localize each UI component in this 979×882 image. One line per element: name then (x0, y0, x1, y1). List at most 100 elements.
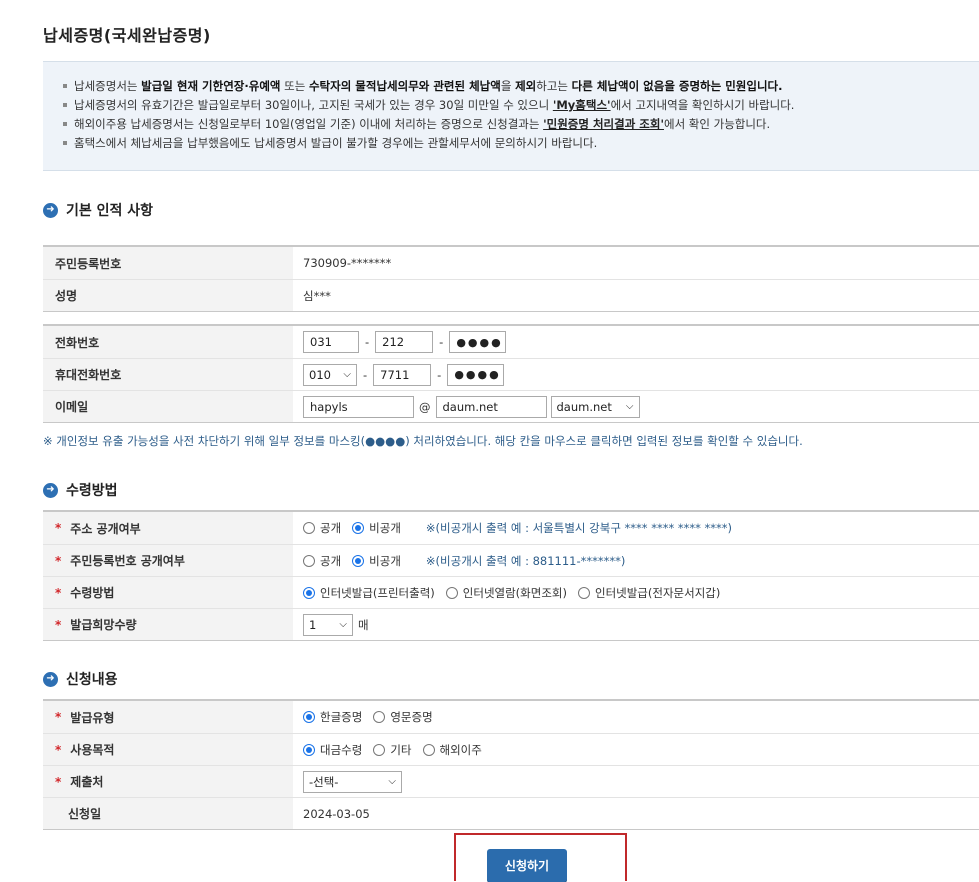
arrow-right-icon: ➜ (43, 202, 58, 218)
type-korean-radio[interactable]: 한글증명 (303, 709, 362, 725)
radio-checked-icon (352, 522, 365, 534)
phone-label: 전화번호 (43, 326, 293, 358)
quantity-select[interactable]: 1 ⌵ (303, 613, 353, 636)
basic-info-table: 주민등록번호 730909-******* 성명 심*** (43, 245, 979, 312)
name-value: 심*** (303, 288, 331, 303)
issue-type-row: * 발급유형 한글증명 영문증명 (43, 701, 979, 733)
notice-box: 납세증명서는 발급일 현재 기한연장·유예액 또는 수탁자의 물적납세의무와 관… (43, 61, 979, 171)
radio-checked-icon (352, 554, 365, 567)
arrow-right-icon: ➜ (43, 482, 58, 498)
email-id-field[interactable]: hapyls (303, 395, 414, 418)
quantity-label: 발급희망수량 (70, 618, 137, 632)
submit-to-label: 제출처 (70, 775, 104, 789)
purpose-row: * 사용목적 대금수령 기타 해외이주 (43, 733, 979, 765)
notice-line-4: 홈택스에서 체납세금을 납부했음에도 납세증명서 발급이 불가할 경우에는 관할… (63, 134, 979, 153)
required-mark: * (55, 617, 62, 632)
submit-highlight-box: 신청하기 (454, 833, 627, 882)
notice-line-2: 납세증명서의 유효기간은 발급일로부터 30일이나, 고지된 국세가 있는 경우… (63, 96, 979, 115)
address-public-row: * 주소 공개여부 공개 비공개 ※(비공개시 출력 예 : 서울특별시 강북구 … (43, 512, 979, 544)
mobile-field-3[interactable]: ●●●● (447, 363, 505, 386)
section-title-apply: ➜ 신청내용 (43, 669, 118, 689)
arrow-right-icon: ➜ (43, 671, 58, 687)
cert-result-link[interactable]: '민원증명 처리결과 조회' (543, 117, 664, 131)
submit-to-select[interactable]: -선택- ⌵ (303, 770, 402, 793)
rrn-public-row: * 주민등록번호 공개여부 공개 비공개 ※(비공개시 출력 예 : 881111… (43, 544, 979, 576)
radio-checked-icon (303, 711, 315, 723)
chevron-down-icon: ⌵ (625, 401, 634, 412)
name-row: 성명 심*** (43, 279, 979, 311)
rrn-label: 주민등록번호 (43, 247, 293, 279)
chevron-down-icon: ⌵ (388, 776, 396, 787)
phone-row: 전화번호 031 - 212 - ●●●● (43, 326, 979, 358)
address-private-radio[interactable]: 비공개 (352, 520, 401, 536)
my-hometax-link[interactable]: 'My홈택스' (553, 98, 611, 112)
required-mark: * (55, 553, 62, 568)
apply-date-label: 신청일 (68, 807, 102, 821)
address-public-label: 주소 공개여부 (70, 521, 141, 536)
receive-method-label: 수령방법 (70, 586, 115, 600)
chevron-down-icon: ⌵ (343, 369, 351, 380)
required-mark: * (55, 774, 62, 789)
address-hint: ※(비공개시 출력 예 : 서울특별시 강북구 **** **** **** *… (425, 521, 733, 535)
notice-line-1: 납세증명서는 발급일 현재 기한연장·유예액 또는 수탁자의 물적납세의무와 관… (63, 77, 979, 96)
quantity-unit: 매 (358, 617, 369, 632)
mobile-row: 휴대전화번호 010 ⌵ - 7711 - ●●●● (43, 358, 979, 390)
required-mark: * (55, 742, 62, 757)
receive-method-row: * 수령방법 인터넷발급(프린터출력) 인터넷열람(화면조회) 인터넷발급(전자문… (43, 576, 979, 608)
method-print-radio[interactable]: 인터넷발급(프린터출력) (303, 585, 435, 601)
rrn-private-radio[interactable]: 비공개 (352, 553, 401, 569)
mobile-field-2[interactable]: 7711 (373, 363, 432, 386)
contact-table: 전화번호 031 - 212 - ●●●● 휴대전화번호 010 ⌵ - 7711… (43, 324, 979, 423)
apply-date-row: 신청일 2024-03-05 (43, 797, 979, 829)
email-row: 이메일 hapyls @ daum.net daum.net ⌵ (43, 390, 979, 422)
radio-icon (422, 743, 435, 756)
rrn-value: 730909-******* (303, 256, 392, 270)
issue-type-label: 발급유형 (70, 710, 115, 725)
type-english-radio[interactable]: 영문증명 (373, 709, 433, 725)
email-label: 이메일 (43, 391, 293, 422)
radio-icon (373, 743, 386, 756)
bullet-icon (63, 121, 67, 126)
phone-field-1[interactable]: 031 (303, 331, 359, 353)
phone-field-3[interactable]: ●●●● (449, 331, 507, 353)
purpose-other-radio[interactable]: 기타 (373, 742, 412, 758)
required-mark: * (55, 585, 62, 600)
bullet-icon (63, 140, 67, 145)
bullet-icon (63, 83, 67, 88)
purpose-payment-radio[interactable]: 대금수령 (303, 742, 362, 758)
quantity-row: * 발급희망수량 1 ⌵ 매 (43, 608, 979, 640)
radio-icon (577, 586, 590, 599)
email-domain-select[interactable]: daum.net ⌵ (550, 395, 640, 418)
apply-table: * 발급유형 한글증명 영문증명 * 사용목적 대금수령 기타 해외이주 * 제출처 … (43, 699, 979, 830)
purpose-label: 사용목적 (70, 743, 115, 757)
section-title-receive: ➜ 수령방법 (43, 480, 118, 500)
required-mark: * (55, 521, 62, 535)
email-domain-field[interactable]: daum.net (435, 395, 547, 418)
at-sign: @ (419, 399, 431, 414)
purpose-emigration-radio[interactable]: 해외이주 (422, 742, 482, 758)
section-title-basic: ➜ 기본 인적 사항 (43, 200, 153, 220)
radio-icon (373, 711, 386, 723)
phone-field-2[interactable]: 212 (375, 331, 434, 353)
submit-button[interactable]: 신청하기 (487, 849, 567, 882)
chevron-down-icon: ⌵ (339, 619, 347, 630)
rrn-public-radio[interactable]: 공개 (303, 553, 341, 569)
rrn-row: 주민등록번호 730909-******* (43, 247, 979, 279)
page-title: 납세증명(국세완납증명) (43, 26, 211, 45)
method-view-radio[interactable]: 인터넷열람(화면조회) (445, 585, 567, 601)
name-label: 성명 (43, 280, 293, 311)
method-wallet-radio[interactable]: 인터넷발급(전자문서지갑) (577, 585, 720, 601)
bullet-icon (63, 102, 67, 107)
radio-icon (303, 554, 315, 567)
radio-icon (445, 586, 458, 599)
receive-table: * 주소 공개여부 공개 비공개 ※(비공개시 출력 예 : 서울특별시 강북구 … (43, 510, 979, 641)
radio-checked-icon (303, 586, 315, 599)
mobile-prefix-select[interactable]: 010 ⌵ (303, 363, 357, 386)
address-public-radio[interactable]: 공개 (303, 520, 341, 536)
radio-checked-icon (303, 743, 315, 756)
required-mark: * (55, 710, 62, 724)
apply-date-value: 2024-03-05 (303, 806, 370, 821)
radio-icon (303, 522, 315, 534)
masking-notice: ※ 개인정보 유출 가능성을 사전 차단하기 위해 일부 정보를 마스킹(●●●… (43, 434, 803, 448)
rrn-public-label: 주민등록번호 공개여부 (70, 554, 185, 568)
